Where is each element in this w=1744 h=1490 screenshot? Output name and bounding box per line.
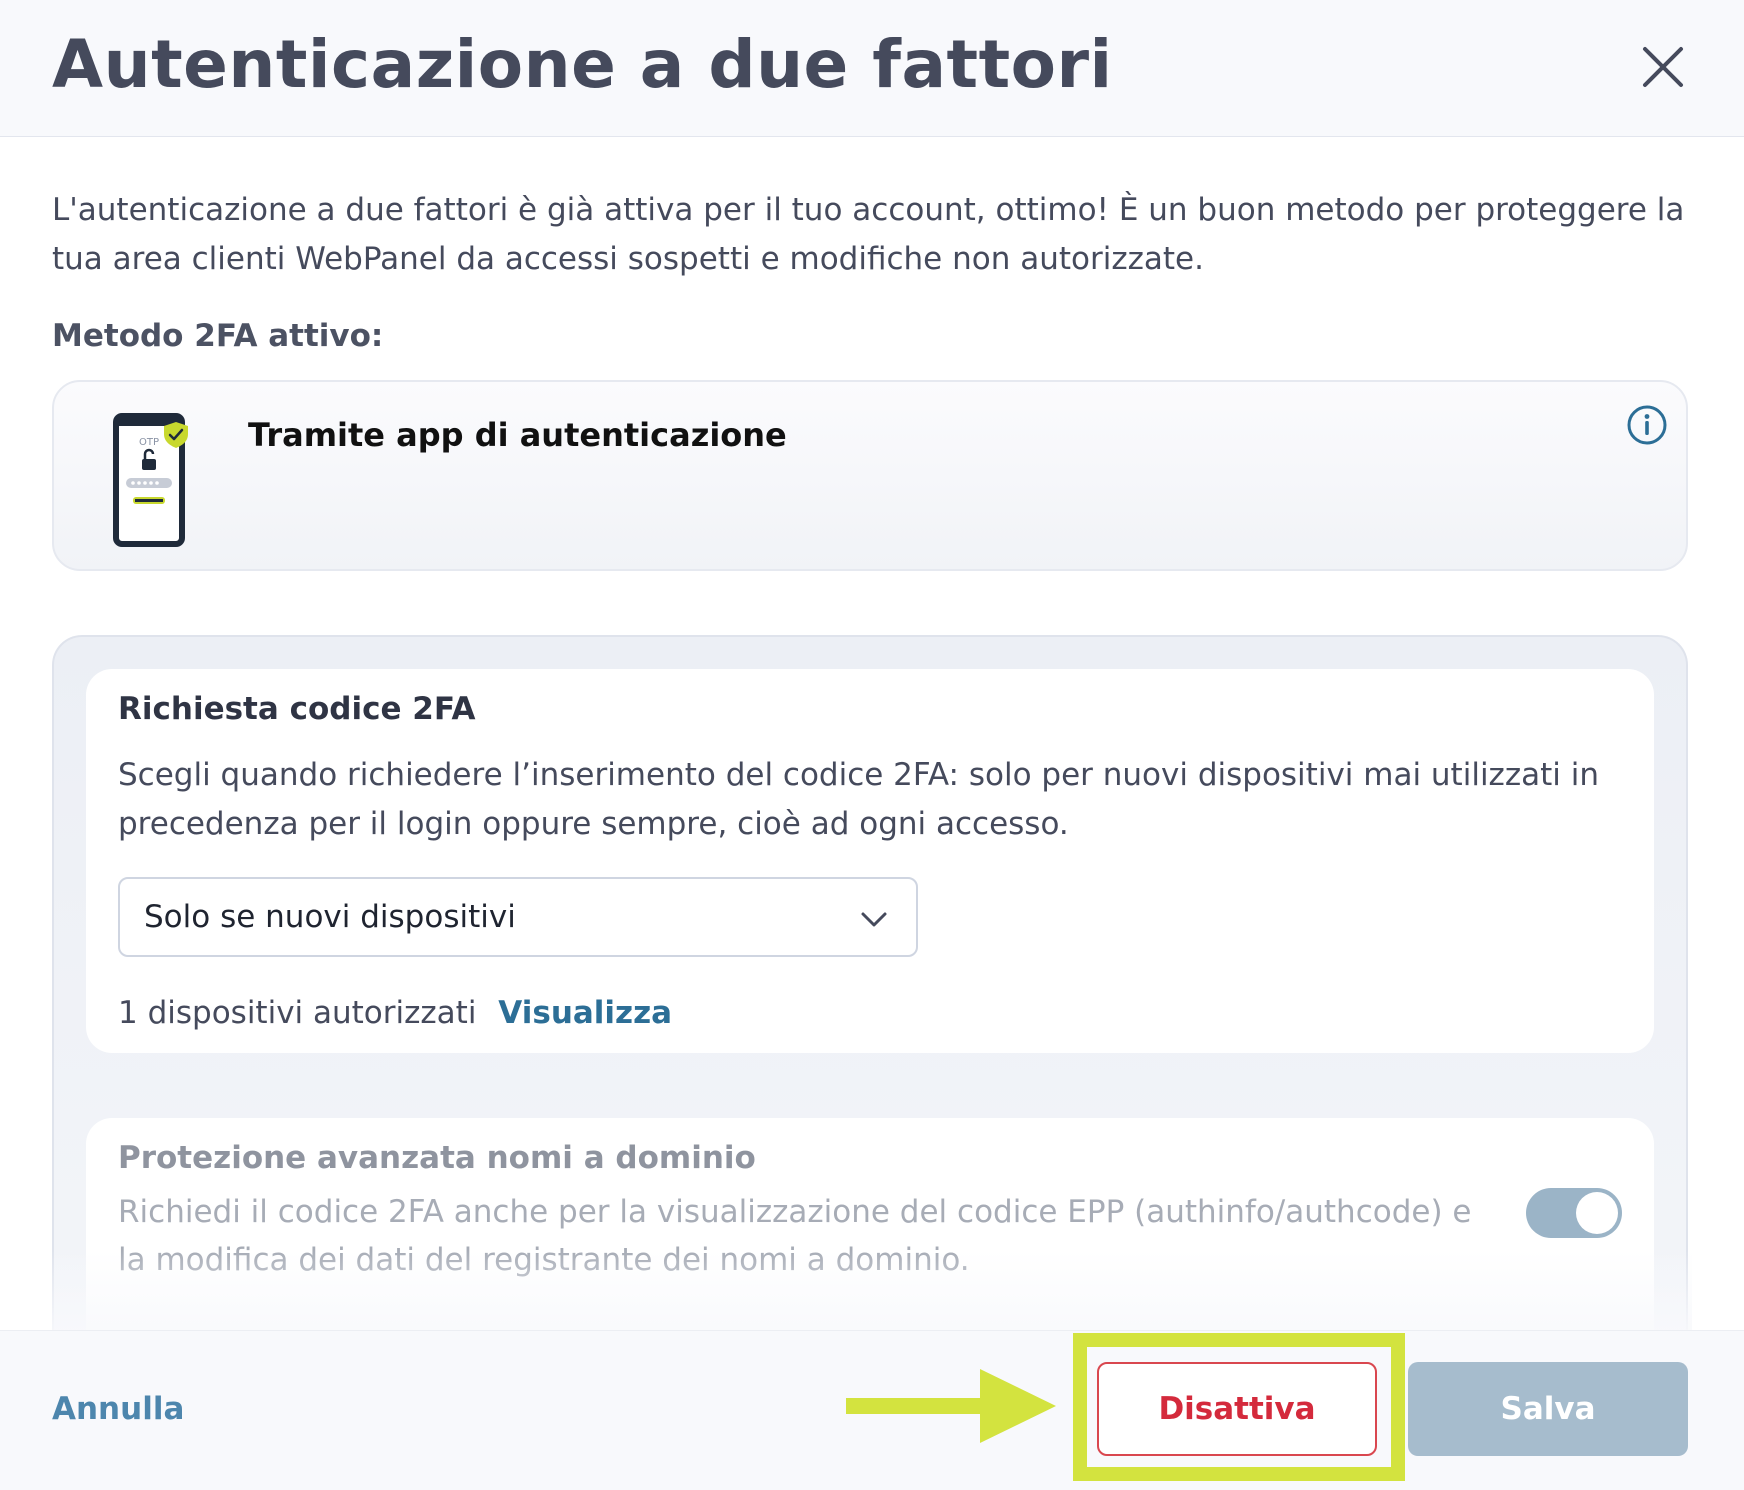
domain-protection-card: Protezione avanzata nomi a dominio Richi…	[86, 1118, 1654, 1338]
authorized-devices-row: 1 dispositivi autorizzati Visualizza	[118, 995, 672, 1031]
phone-otp-icon: OTP	[112, 412, 196, 552]
select-value: Solo se nuovi dispositivi	[144, 899, 516, 935]
active-method-card: OTP Tramite app di autenticazione	[52, 380, 1688, 571]
domain-protection-title: Protezione avanzata nomi a dominio	[118, 1140, 756, 1176]
domain-protection-toggle[interactable]	[1526, 1188, 1622, 1238]
arrow-right-icon	[846, 1367, 1058, 1449]
code-request-title: Richiesta codice 2FA	[118, 691, 476, 727]
view-devices-link[interactable]: Visualizza	[498, 995, 672, 1031]
save-button[interactable]: Salva	[1408, 1362, 1688, 1456]
code-request-select[interactable]: Solo se nuovi dispositivi	[118, 877, 918, 957]
code-request-description: Scegli quando richiedere l’inserimento d…	[118, 757, 1599, 842]
close-icon	[1643, 47, 1683, 87]
method-title: Tramite app di autenticazione	[248, 416, 787, 454]
modal-title: Autenticazione a due fattori	[52, 26, 1113, 103]
cancel-link[interactable]: Annulla	[52, 1391, 184, 1427]
modal-header: Autenticazione a due fattori	[0, 0, 1744, 137]
intro-text: L'autenticazione a due fattori è già att…	[52, 192, 1685, 277]
code-request-card: Richiesta codice 2FA Scegli quando richi…	[86, 669, 1654, 1053]
toggle-knob	[1576, 1192, 1618, 1234]
deactivate-button[interactable]: Disattiva	[1097, 1362, 1377, 1456]
close-button[interactable]	[1640, 44, 1686, 90]
authorized-devices-text: 1 dispositivi autorizzati	[118, 995, 477, 1031]
active-method-label: Metodo 2FA attivo:	[52, 318, 384, 354]
chevron-down-icon	[860, 905, 888, 937]
phone-otp-label: OTP	[139, 437, 159, 448]
info-icon[interactable]	[1626, 404, 1668, 450]
domain-protection-description: Richiedi il codice 2FA anche per la visu…	[118, 1194, 1472, 1278]
